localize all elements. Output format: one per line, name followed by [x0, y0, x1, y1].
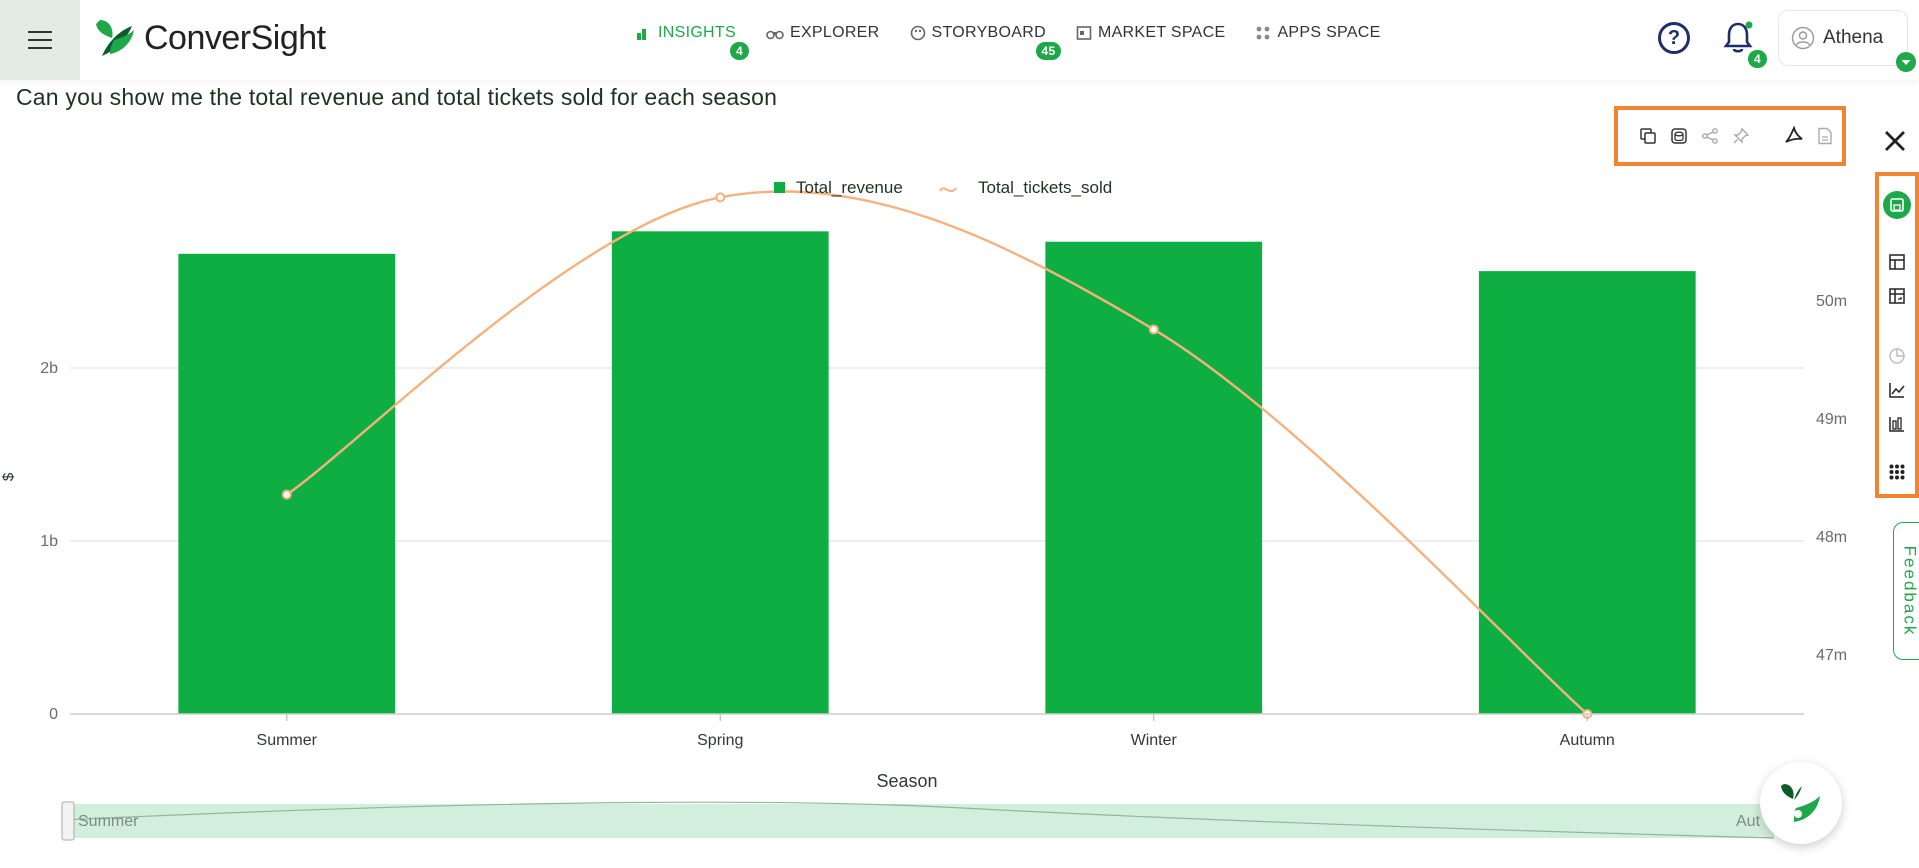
export-pdf-button[interactable] — [1780, 121, 1807, 151]
table-icon — [1889, 254, 1905, 270]
document-icon — [1817, 127, 1832, 145]
save-button[interactable] — [1882, 190, 1912, 220]
zoom-slider-handle-start — [61, 801, 75, 841]
pivot-table-icon — [1889, 288, 1905, 304]
copy-button[interactable] — [1634, 121, 1661, 151]
legend-label-revenue: Total_revenue — [796, 178, 903, 197]
feedback-tab[interactable]: Feedback — [1893, 522, 1919, 660]
bar-spring — [611, 231, 829, 714]
nav-explorer-label: EXPLORER — [789, 24, 880, 41]
palette-icon — [910, 25, 925, 41]
zoom-slider-preview — [61, 801, 1775, 839]
nav-apps-space-label: APPS SPACE — [1277, 24, 1381, 41]
pdf-icon — [1784, 126, 1803, 143]
notifications-button[interactable]: 4 — [1722, 20, 1767, 68]
y-left-tick-label: 2b — [40, 360, 58, 377]
bar-chart-icon — [1889, 417, 1904, 432]
bar-summer — [178, 253, 396, 714]
tickets-point-summer — [281, 489, 292, 500]
conversight-assistant-icon — [1781, 784, 1820, 822]
pie-chart-button[interactable] — [1885, 344, 1909, 368]
store-icon — [1076, 26, 1092, 40]
y-right-tick-label: 48m — [1816, 529, 1847, 546]
grid-dots-icon — [1257, 26, 1270, 40]
pin-button[interactable] — [1727, 121, 1754, 151]
binoculars-icon — [766, 30, 784, 40]
help-button[interactable]: ? — [1658, 22, 1690, 54]
notification-badge: 4 — [1748, 50, 1767, 68]
line-chart-icon — [1889, 383, 1905, 398]
nav-apps-space[interactable]: APPS SPACE — [1255, 24, 1380, 42]
question-text: Can you show me the total revenue and to… — [16, 84, 778, 110]
zoom-slider-track — [62, 804, 1774, 838]
storyboard-badge: 45 — [1035, 42, 1062, 60]
export-document-button[interactable] — [1811, 121, 1838, 151]
question-mark-icon: ? — [1667, 26, 1681, 49]
tickets-line — [286, 190, 1589, 715]
bar-chart-button[interactable] — [1885, 412, 1909, 436]
nav-market-space[interactable]: MARKET SPACE — [1076, 24, 1225, 42]
legend-swatch-revenue — [774, 182, 785, 193]
logo-text: ConverSight — [144, 18, 326, 57]
conversight-logo-icon — [96, 20, 134, 56]
bar-winter — [1045, 241, 1263, 714]
bar-chart-icon — [637, 29, 646, 40]
data-source-button[interactable] — [1665, 121, 1692, 151]
x-tick-label: Summer — [257, 732, 318, 749]
logo[interactable]: ConverSight — [92, 16, 326, 60]
nav-market-space-label: MARKET SPACE — [1097, 24, 1226, 41]
y-right-tick-label: 47m — [1816, 647, 1847, 664]
user-avatar-icon — [1791, 26, 1815, 50]
nav-explorer[interactable]: EXPLORER — [766, 24, 880, 42]
y-right-tick-label: 49m — [1816, 411, 1847, 428]
feedback-label: Feedback — [1900, 545, 1919, 637]
legend-label-tickets: Total_tickets_sold — [978, 178, 1112, 197]
table-view-button[interactable] — [1885, 250, 1909, 274]
user-name: Athena — [1823, 27, 1884, 48]
x-tick-label: Autumn — [1560, 732, 1615, 749]
share-icon — [1701, 128, 1718, 144]
database-icon — [1670, 128, 1687, 144]
share-button[interactable] — [1696, 121, 1723, 151]
pie-chart-icon — [1889, 348, 1905, 364]
bar-autumn — [1478, 271, 1696, 714]
copy-icon — [1639, 128, 1656, 144]
x-tick-label: Winter — [1131, 732, 1178, 749]
y-left-tick-label: 1b — [40, 533, 58, 550]
nav-insights-label: INSIGHTS — [658, 24, 736, 41]
legend-swatch-tickets — [939, 187, 957, 193]
main-nav: INSIGHTS 4 EXPLORER STORYBOARD 45 MARKET… — [636, 24, 1411, 60]
zoom-slider-start-label: Summer — [78, 813, 139, 830]
y-right-tick-label: 50m — [1816, 293, 1847, 310]
more-grid-icon — [1889, 464, 1905, 480]
bell-icon — [1723, 21, 1753, 53]
chevron-down-icon[interactable] — [1895, 51, 1917, 73]
pin-icon — [1732, 127, 1749, 144]
insights-badge: 4 — [730, 42, 749, 60]
top-bar: ConverSight INSIGHTS 4 EXPLORER STORYBOA… — [0, 0, 1919, 80]
nav-insights[interactable]: INSIGHTS 4 — [636, 24, 749, 60]
line-chart-button[interactable] — [1885, 378, 1909, 402]
nav-storyboard[interactable]: STORYBOARD 45 — [910, 24, 1062, 60]
tickets-point-autumn — [1582, 709, 1593, 719]
y-left-tick-label: 0 — [49, 706, 58, 723]
user-menu[interactable]: Athena — [1778, 10, 1916, 72]
hamburger-icon — [28, 31, 52, 49]
chart-toolbar — [1614, 106, 1846, 166]
close-icon[interactable] — [1880, 126, 1910, 156]
y-axis-label: $ — [0, 472, 17, 481]
tickets-point-spring — [715, 192, 726, 203]
more-chart-types-button[interactable] — [1885, 460, 1909, 484]
assistant-chat-button[interactable] — [1760, 762, 1842, 844]
tickets-point-winter — [1148, 324, 1159, 335]
menu-button[interactable] — [0, 0, 80, 80]
pivot-table-button[interactable] — [1885, 284, 1909, 308]
nav-storyboard-label: STORYBOARD — [931, 24, 1046, 41]
zoom-slider-end-label: Aut — [1736, 813, 1761, 830]
x-axis-label: Season — [876, 771, 937, 791]
save-icon — [1883, 191, 1911, 219]
chart-type-toolbar — [1875, 172, 1919, 498]
x-tick-label: Spring — [697, 732, 743, 749]
